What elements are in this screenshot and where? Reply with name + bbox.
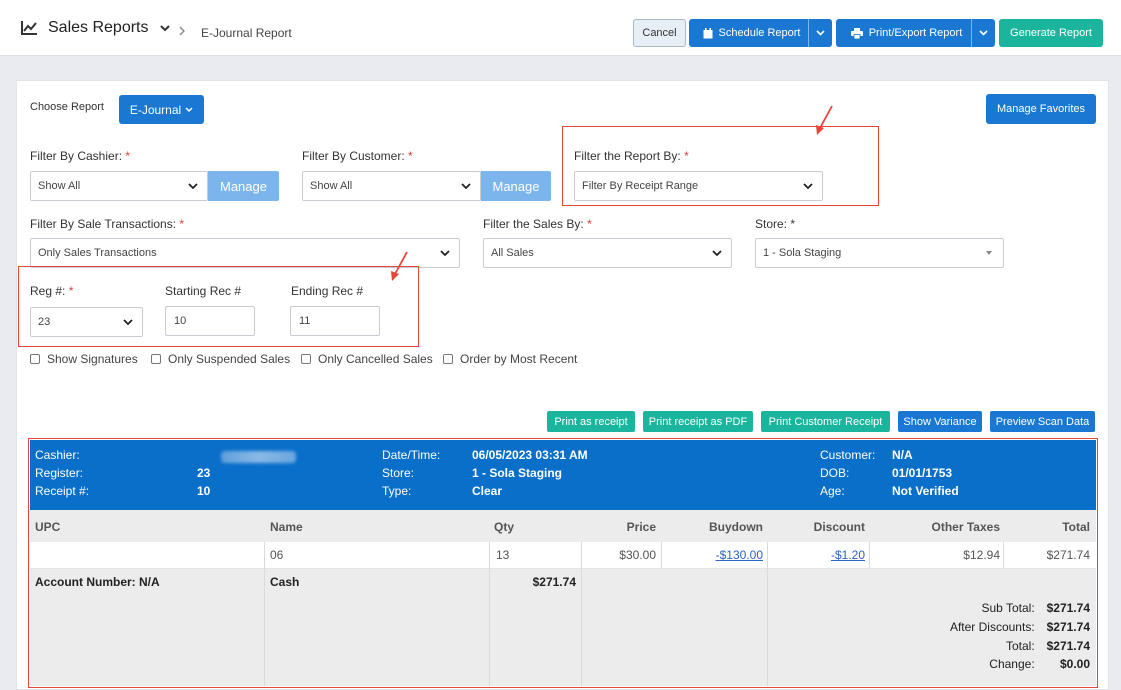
sales-by-label: Filter the Sales By: * [483, 217, 592, 231]
show-signatures-checkbox[interactable]: Show Signatures [30, 352, 138, 366]
show-variance-button[interactable]: Show Variance [898, 411, 982, 432]
red-arrow-icon [816, 105, 833, 135]
customer-select[interactable]: Show All [302, 171, 481, 201]
print-receipt-button[interactable]: Print as receipt [547, 411, 635, 432]
printer-icon [850, 27, 863, 39]
manage-customer-button[interactable]: Manage [481, 171, 551, 201]
chevron-down-icon [712, 250, 722, 257]
red-arrow-icon [391, 251, 408, 281]
checkbox-label: Show Signatures [47, 352, 138, 366]
chevron-down-icon [461, 183, 471, 190]
schedule-report-button[interactable]: Schedule Report [689, 19, 832, 47]
store-select-value: 1 - Sola Staging [763, 247, 842, 259]
cancel-button[interactable]: Cancel [633, 19, 686, 47]
choose-report-dropdown[interactable]: E-Journal [119, 95, 204, 124]
only-suspended-checkbox[interactable]: Only Suspended Sales [151, 352, 290, 366]
cashier-filter-label: Filter By Cashier: * [30, 149, 131, 163]
receipt-highlight-box [28, 438, 1098, 688]
store-select[interactable]: 1 - Sola Staging [755, 238, 1004, 268]
generate-report-button[interactable]: Generate Report [999, 19, 1103, 47]
checkbox-label: Only Cancelled Sales [318, 352, 433, 366]
print-export-label: Print/Export Report [868, 27, 963, 39]
report-title-menu[interactable]: Sales Reports [20, 19, 171, 37]
chevron-down-icon [979, 30, 988, 36]
chevron-down-icon [188, 183, 198, 190]
customer-select-value: Show All [310, 180, 353, 192]
sales-by-select-value: All Sales [491, 247, 534, 259]
print-dropdown-toggle[interactable] [971, 19, 995, 47]
print-customer-receipt-button[interactable]: Print Customer Receipt [761, 411, 890, 432]
choose-report-value: E-Journal [129, 102, 182, 117]
customer-filter-label: Filter By Customer: * [302, 149, 413, 163]
cashier-select[interactable]: Show All [30, 171, 208, 201]
checkbox-label: Only Suspended Sales [168, 352, 291, 366]
chevron-down-icon [185, 106, 193, 112]
sale-transactions-label: Filter By Sale Transactions: * [30, 217, 185, 231]
highlight-box [18, 266, 419, 347]
chevron-down-icon [816, 30, 825, 36]
choose-report-label: Choose Report [30, 101, 104, 113]
sale-transactions-select-value: Only Sales Transactions [38, 247, 157, 259]
highlight-box [562, 126, 879, 206]
chevron-down-icon [159, 25, 170, 32]
manage-favorites-button[interactable]: Manage Favorites [986, 94, 1096, 124]
page-title: Sales Reports [48, 19, 149, 36]
schedule-dropdown-toggle[interactable] [808, 19, 832, 47]
cashier-select-value: Show All [38, 180, 81, 192]
checkbox-box[interactable] [151, 354, 161, 364]
caret-down-icon [986, 251, 992, 255]
print-export-button[interactable]: Print/Export Report [836, 19, 995, 47]
manage-cashier-button[interactable]: Manage [208, 171, 279, 201]
breadcrumb: E-Journal Report [201, 26, 292, 40]
chevron-down-icon [440, 250, 450, 257]
only-cancelled-checkbox[interactable]: Only Cancelled Sales [301, 352, 433, 366]
checkbox-label: Order by Most Recent [460, 352, 578, 366]
checkbox-box[interactable] [443, 354, 453, 364]
calendar-icon [703, 27, 713, 38]
store-label: Store: * [755, 217, 796, 231]
preview-scan-data-button[interactable]: Preview Scan Data [990, 411, 1095, 432]
checkbox-box[interactable] [301, 354, 311, 364]
line-chart-icon [21, 21, 37, 35]
print-pdf-button[interactable]: Print receipt as PDF [643, 411, 753, 432]
order-by-recent-checkbox[interactable]: Order by Most Recent [443, 352, 577, 366]
top-bar: Sales Reports E-Journal Report Cancel Sc… [0, 0, 1121, 56]
chevron-right-icon [179, 26, 185, 36]
sales-by-select[interactable]: All Sales [483, 238, 732, 268]
checkbox-box[interactable] [30, 354, 40, 364]
schedule-report-label: Schedule Report [718, 27, 801, 39]
